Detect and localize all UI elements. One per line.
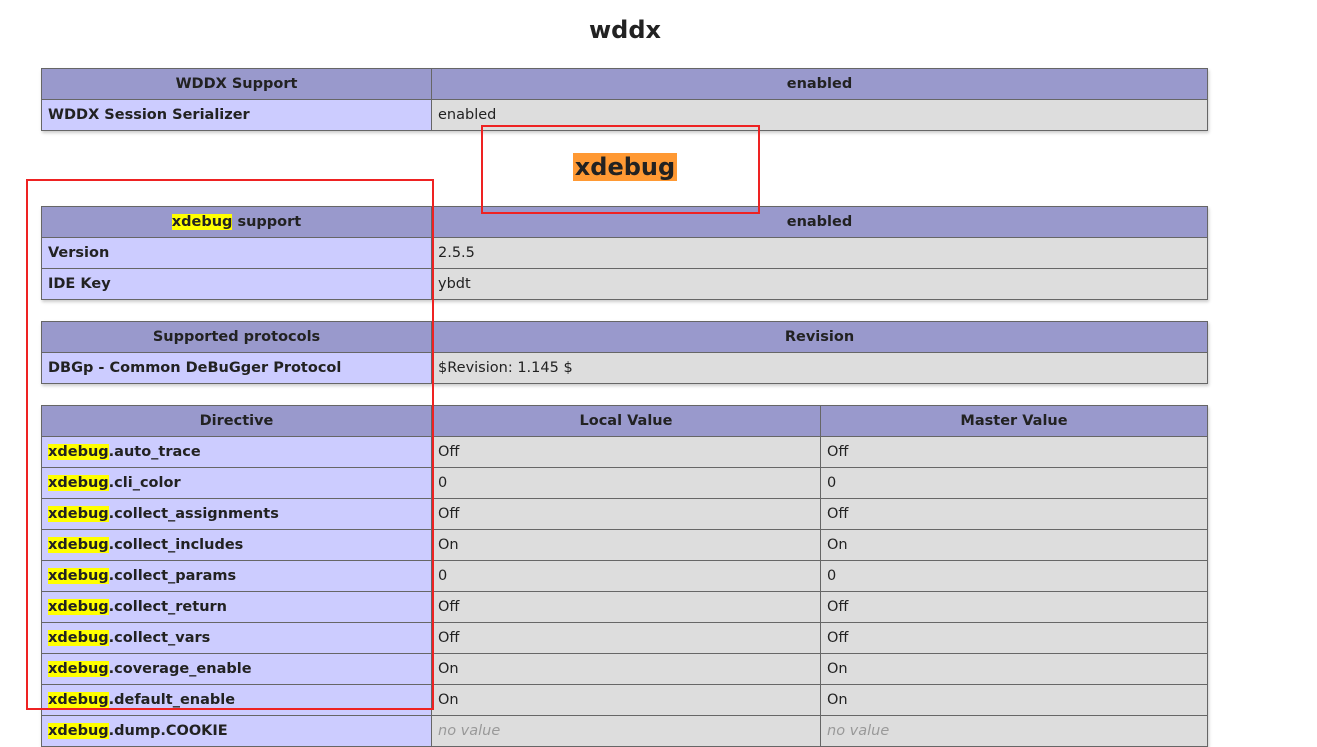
directive-suffix: .dump.COOKIE xyxy=(108,723,228,739)
header-cell: Revision xyxy=(431,321,1208,353)
row-value: 2.5.5 xyxy=(431,237,1208,269)
row-value: ybdt xyxy=(431,268,1208,300)
local-value: Off xyxy=(431,436,821,468)
local-value: On xyxy=(431,529,821,561)
section-title-wddx: wddx xyxy=(588,16,661,44)
master-value: On xyxy=(820,653,1208,685)
annotation-box xyxy=(481,125,760,214)
master-value: Off xyxy=(820,622,1208,654)
local-value: 0 xyxy=(431,560,821,592)
annotation-box xyxy=(26,179,434,710)
header-cell: Master Value xyxy=(820,405,1208,437)
local-value: On xyxy=(431,684,821,716)
local-value: Off xyxy=(431,622,821,654)
row-value: $Revision: 1.145 $ xyxy=(431,352,1208,384)
local-value: no value xyxy=(431,715,821,747)
table-row: xdebug.dump.COOKIE no value no value xyxy=(41,715,1208,747)
header-cell: enabled xyxy=(431,68,1208,100)
wddx-table: WDDX Support enabled WDDX Session Seriali… xyxy=(41,68,1208,131)
master-value: no value xyxy=(820,715,1208,747)
master-value: Off xyxy=(820,498,1208,530)
master-value: On xyxy=(820,684,1208,716)
directive-name: xdebug.dump.COOKIE xyxy=(41,715,432,747)
local-value: Off xyxy=(431,498,821,530)
master-value: 0 xyxy=(820,560,1208,592)
master-value: Off xyxy=(820,436,1208,468)
master-value: 0 xyxy=(820,467,1208,499)
header-cell: WDDX Support xyxy=(41,68,432,100)
local-value: On xyxy=(431,653,821,685)
row-label: WDDX Session Serializer xyxy=(41,99,432,131)
local-value: 0 xyxy=(431,467,821,499)
master-value: Off xyxy=(820,591,1208,623)
local-value: Off xyxy=(431,591,821,623)
master-value: On xyxy=(820,529,1208,561)
header-cell: Local Value xyxy=(431,405,821,437)
search-highlight: xdebug xyxy=(48,723,109,739)
